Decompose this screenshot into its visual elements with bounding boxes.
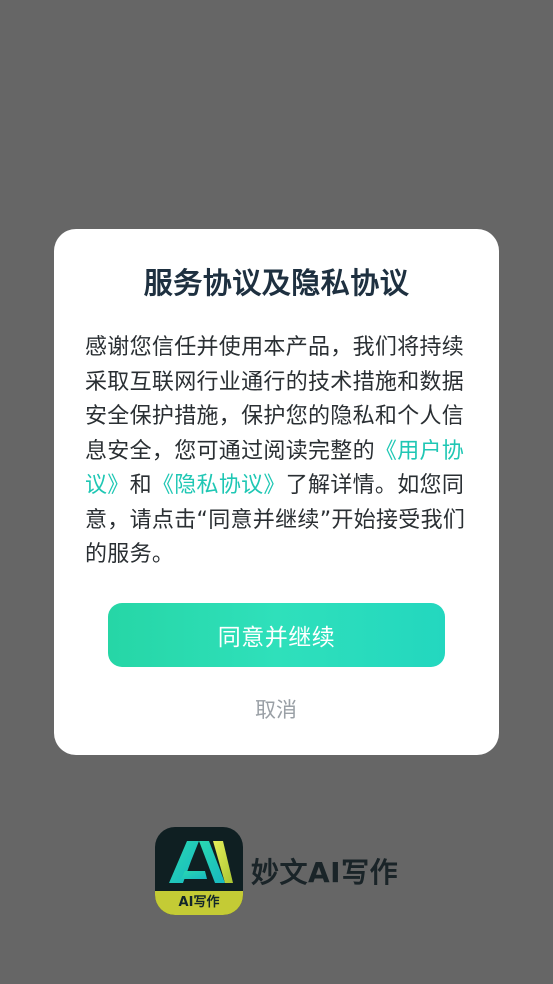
app-icon-label: AI写作 [155, 891, 243, 915]
dialog-title: 服务协议及隐私协议 [143, 266, 410, 300]
brand-name: 妙文AI写作 [251, 856, 399, 889]
body-conjunction-text: 和 [129, 473, 152, 498]
cancel-button[interactable]: 取消 [226, 691, 326, 727]
app-icon: AI写作 [155, 827, 243, 915]
ai-logo-mark-icon [169, 841, 233, 883]
dialog-body: 感谢您信任并使用本产品，我们将持续采取互联网行业通行的技术措施和数据安全保护措施… [85, 331, 470, 573]
agree-and-continue-button[interactable]: 同意并继续 [108, 603, 445, 667]
privacy-agreement-link[interactable]: 《隐私协议》 [152, 473, 286, 498]
brand-logo: AI写作 妙文AI写作 [155, 827, 398, 915]
